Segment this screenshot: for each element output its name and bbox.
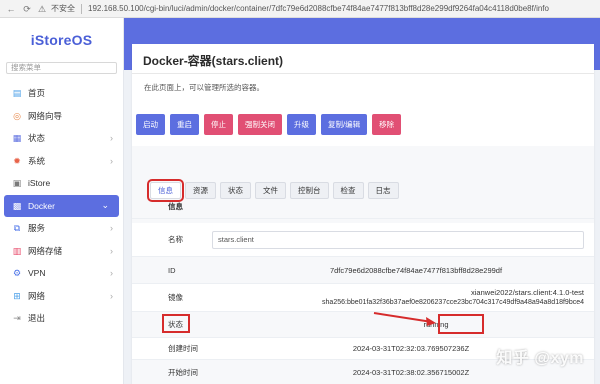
sidebar-item-system[interactable]: ✹ 系统 ›	[0, 150, 123, 173]
id-value: 7dfc79e6d2088cfbe74f84ae7477f813bff8d28e…	[329, 266, 503, 275]
image-row: 镜像 xianwei2022/stars.client:4.1.0-test s…	[132, 284, 594, 312]
sidebar-item-label: 网络存储	[28, 245, 63, 256]
warning-icon: ⚠	[38, 3, 47, 14]
sidebar-menu: ▤ 首页 ◎ 网络向导 ▦ 状态 › ✹ 系统 › ▣ iStore ▩ Doc…	[0, 82, 123, 330]
sidebar-item-label: 退出	[28, 313, 46, 324]
watermark: 知乎 @xym	[496, 350, 584, 367]
image-value: xianwei2022/stars.client:4.1.0-test sha2…	[218, 288, 594, 308]
sidebar-item-status[interactable]: ▦ 状态 ›	[0, 127, 123, 150]
sidebar-item-docker[interactable]: ▩ Docker ⌄	[4, 194, 119, 217]
address-divider	[81, 3, 82, 14]
security-label: 不安全	[51, 4, 75, 13]
brand-logo[interactable]: iStoreOS	[0, 18, 123, 62]
chevron-right-icon: ›	[110, 133, 113, 144]
duplicate-edit-button[interactable]: 复制/编辑	[321, 114, 368, 135]
browser-address-bar: ← ⟳ ⚠ 不安全 192.168.50.100/cgi-bin/luci/ad…	[0, 0, 600, 18]
sidebar-item-vpn[interactable]: ⚙ VPN ›	[0, 262, 123, 285]
chevron-right-icon: ›	[110, 155, 113, 166]
sidebar-item-wizard[interactable]: ◎ 网络向导	[0, 105, 123, 128]
back-arrow-icon[interactable]: ←	[6, 4, 16, 14]
sidebar-item-label: 服务	[28, 223, 46, 234]
chevron-right-icon: ›	[110, 290, 113, 301]
container-name-input[interactable]: stars.client	[212, 230, 584, 249]
status-label-highlight	[162, 314, 190, 333]
store-icon: ▣	[12, 178, 22, 189]
image-digest: sha256:bbe01fa32f36b37aef0e8206237cce23b…	[322, 298, 584, 306]
remove-button[interactable]: 移除	[372, 114, 402, 135]
sidebar-item-logout[interactable]: ⇥ 退出	[0, 307, 123, 330]
upgrade-button[interactable]: 升级	[287, 114, 316, 135]
sidebar: iStoreOS 搜索菜单 ▤ 首页 ◎ 网络向导 ▦ 状态 › ✹ 系统 › …	[0, 18, 124, 384]
id-label: ID	[168, 266, 176, 275]
status-row: 状态 running	[132, 312, 594, 338]
sidebar-item-label: Docker	[28, 200, 55, 211]
sidebar-item-label: 首页	[28, 88, 46, 99]
home-icon: ▤	[12, 88, 22, 99]
logout-icon: ⇥	[13, 313, 21, 324]
docker-icon: ▩	[12, 200, 22, 211]
status-value-highlight	[438, 314, 484, 334]
network-icon: ⊞	[13, 290, 21, 301]
vpn-icon: ⚙	[12, 268, 22, 279]
services-icon: ⧉	[13, 223, 21, 234]
chevron-right-icon: ›	[110, 245, 113, 256]
sidebar-item-label: VPN	[28, 268, 46, 279]
sidebar-item-label: 系统	[28, 155, 46, 166]
started-value: 2024-03-31T02:38:02.356715002Z	[352, 367, 470, 377]
name-row: 名称 stars.client	[132, 223, 594, 257]
sidebar-item-storage[interactable]: ▥ 网络存储 ›	[0, 240, 123, 263]
sidebar-item-services[interactable]: ⧉ 服务 ›	[0, 217, 123, 240]
restart-button[interactable]: 重启	[170, 114, 199, 135]
image-name: xianwei2022/stars.client:4.1.0-test	[471, 287, 584, 297]
search-menu-input[interactable]: 搜索菜单	[6, 62, 117, 74]
reload-icon[interactable]: ⟳	[22, 4, 32, 14]
name-label: 名称	[168, 235, 183, 244]
url-text[interactable]: 192.168.50.100/cgi-bin/luci/admin/docker…	[88, 4, 549, 13]
status-value: running	[423, 320, 449, 329]
stop-button[interactable]: 停止	[204, 114, 233, 135]
title-divider	[132, 73, 594, 74]
sidebar-item-label: iStore	[28, 178, 51, 189]
force-kill-button[interactable]: 强制关闭	[238, 114, 282, 135]
chevron-right-icon: ›	[110, 223, 113, 234]
created-label: 创建时间	[168, 344, 198, 353]
chevron-right-icon: ›	[110, 268, 113, 279]
security-indicator[interactable]: ⚠ 不安全	[38, 3, 75, 14]
start-button[interactable]: 启动	[136, 114, 165, 135]
page-description: 在此页面上，可以管理所选的容器。	[144, 83, 264, 92]
sidebar-item-label: 网络向导	[28, 110, 63, 121]
started-label: 开始时间	[168, 367, 198, 377]
info-section-label: 信息	[168, 202, 183, 211]
storage-icon: ▥	[12, 245, 22, 256]
page-title: Docker-容器(stars.client)	[143, 54, 284, 68]
status-icon: ▦	[12, 133, 22, 144]
container-actions: 启动 重启 停止 强制关闭 升级 复制/编辑 移除	[136, 114, 402, 135]
id-row: ID 7dfc79e6d2088cfbe74f84ae7477f813bff8d…	[132, 258, 594, 284]
sidebar-item-label: 状态	[28, 133, 46, 144]
info-header-row: 信息	[132, 195, 594, 219]
system-gear-icon: ✹	[13, 155, 21, 166]
chevron-down-icon: ⌄	[101, 200, 109, 211]
sidebar-item-label: 网络	[28, 290, 46, 301]
image-label: 镜像	[168, 293, 183, 302]
sidebar-item-network[interactable]: ⊞ 网络 ›	[0, 285, 123, 308]
wizard-icon: ◎	[13, 110, 21, 121]
sidebar-item-home[interactable]: ▤ 首页	[0, 82, 123, 105]
sidebar-item-istore[interactable]: ▣ iStore	[0, 172, 123, 195]
